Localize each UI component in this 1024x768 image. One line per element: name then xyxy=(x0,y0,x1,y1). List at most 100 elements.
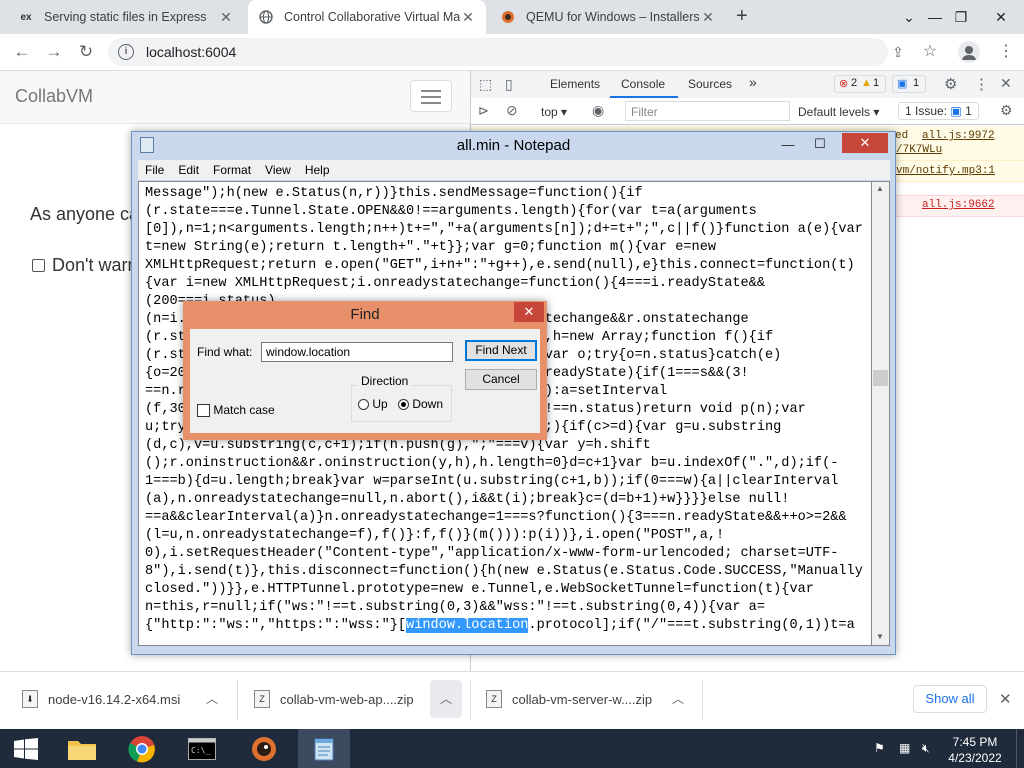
tab-close-icon[interactable]: ✕ xyxy=(460,9,476,26)
reload-icon[interactable]: ↻ xyxy=(74,42,98,62)
close-window-button[interactable]: ✕ xyxy=(978,0,1024,34)
chrome-icon xyxy=(128,735,155,762)
console-source-link[interactable]: all.js:9662 xyxy=(922,199,995,211)
sidebar-toggle-icon[interactable]: ⊳ xyxy=(478,103,489,119)
message-counter[interactable]: ▣ 1 xyxy=(892,75,926,93)
find-next-button[interactable]: Find Next xyxy=(465,340,537,361)
tray-network-icon[interactable]: ▦ xyxy=(899,741,910,755)
chevron-up-icon[interactable]: ︿ xyxy=(206,690,218,707)
match-case-box[interactable] xyxy=(197,404,210,418)
notepad-line: (l=u,n.onreadystatechange=f),f()}:f,f()}… xyxy=(145,528,725,543)
taskbar-clock[interactable]: 7:45 PM 4/23/2022 xyxy=(940,734,1010,766)
taskbar-chrome[interactable] xyxy=(116,729,168,768)
devtools-tab-console[interactable]: Console xyxy=(621,77,665,91)
tray-flag-icon[interactable]: ⚑ xyxy=(874,741,885,755)
issues-button[interactable]: 1 Issue: ▣ 1 xyxy=(898,102,979,120)
menu-format[interactable]: Format xyxy=(213,163,251,177)
console-settings-gear-icon[interactable]: ⚙ xyxy=(1000,102,1013,119)
hamburger-menu-button[interactable] xyxy=(410,80,452,112)
taskbar-command-prompt[interactable]: C:\_ xyxy=(176,729,228,768)
menu-file[interactable]: File xyxy=(145,163,164,177)
find-dialog-close-button[interactable]: ✕ xyxy=(514,302,544,322)
devtools-tab-sources[interactable]: Sources xyxy=(688,77,732,91)
taskbar-file-explorer[interactable] xyxy=(56,729,108,768)
checkbox-box[interactable] xyxy=(32,259,45,272)
inspect-element-icon[interactable]: ⬚ xyxy=(479,76,492,93)
direction-down-radio[interactable]: Down xyxy=(398,397,443,411)
bookmark-star-icon[interactable]: ☆ xyxy=(918,42,942,62)
radio-up[interactable] xyxy=(358,399,369,411)
console-filter-input[interactable]: Filter xyxy=(625,101,790,121)
download-filename: collab-vm-web-ap....zip xyxy=(280,691,414,707)
devtools-menu-icon[interactable]: ⋮ xyxy=(974,75,989,93)
find-dialog-titlebar[interactable]: Find xyxy=(183,301,547,329)
devtools-tab-elements[interactable]: Elements xyxy=(550,77,600,91)
context-selector[interactable]: top ▾ xyxy=(541,105,567,119)
chevron-up-icon[interactable]: ︿ xyxy=(672,690,684,707)
menu-kebab-icon[interactable]: ⋮ xyxy=(994,42,1018,62)
share-icon[interactable]: ⇪ xyxy=(886,42,910,62)
notepad-close-button[interactable]: ✕ xyxy=(842,133,888,153)
show-desktop-button[interactable] xyxy=(1016,729,1024,768)
scrollbar-thumb[interactable] xyxy=(873,370,888,386)
new-tab-button[interactable]: + xyxy=(736,5,748,28)
scroll-up-arrow-icon[interactable]: ▲ xyxy=(876,184,884,193)
console-source-link[interactable]: vm/notify.mp3:1 xyxy=(896,165,995,177)
notepad-line: {"http:":"ws:","https:":"wss:"}[window.l… xyxy=(145,617,871,635)
devtools-close-icon[interactable]: ✕ xyxy=(1000,75,1012,92)
device-toggle-icon[interactable]: ▯ xyxy=(505,76,513,93)
issues-label: 1 Issue: xyxy=(905,104,948,118)
settings-gear-icon[interactable]: ⚙ xyxy=(944,75,957,93)
tab-close-icon[interactable]: ✕ xyxy=(700,9,716,26)
radio-down[interactable] xyxy=(398,399,409,411)
cancel-button[interactable]: Cancel xyxy=(465,369,537,390)
scroll-down-arrow-icon[interactable]: ▼ xyxy=(876,632,884,641)
tab-express[interactable]: ex Serving static files in Express ✕ xyxy=(8,0,244,34)
log-levels-dropdown[interactable]: Default levels ▾ xyxy=(798,105,879,119)
tab-close-icon[interactable]: ✕ xyxy=(218,9,234,26)
console-source-link[interactable]: /7K7WLu xyxy=(896,144,942,156)
download-item[interactable]: Z collab-vm-server-w....zip xyxy=(486,690,652,708)
taskbar-qemu[interactable] xyxy=(238,729,290,768)
console-source-link[interactable]: all.js:9972 xyxy=(922,130,995,142)
menu-edit[interactable]: Edit xyxy=(178,163,199,177)
download-item[interactable]: ⬇ node-v16.14.2-x64.msi xyxy=(22,690,180,708)
up-label: Up xyxy=(372,397,388,411)
match-case-label: Match case xyxy=(213,403,275,417)
taskbar-notepad[interactable] xyxy=(298,729,350,768)
tray-volume-muted-icon[interactable]: 🔇︎ xyxy=(922,741,930,756)
error-warning-counter[interactable]: ⊗ 2 ▲ 1 xyxy=(834,75,886,93)
dont-warn-label: Don't warn xyxy=(52,255,138,275)
download-item[interactable]: Z collab-vm-web-ap....zip xyxy=(254,690,414,708)
find-what-input[interactable] xyxy=(261,342,453,362)
menu-help[interactable]: Help xyxy=(305,163,330,177)
notepad-maximize-button[interactable]: ☐ xyxy=(808,136,832,152)
notepad-line: 8"),i.send(t)},this.disconnect=function(… xyxy=(145,564,863,579)
eye-icon[interactable]: ◉ xyxy=(592,102,604,119)
notepad-vertical-scrollbar[interactable]: ▲ ▼ xyxy=(872,181,890,646)
menu-view[interactable]: View xyxy=(265,163,291,177)
profile-avatar[interactable] xyxy=(958,41,980,63)
notepad-minimize-button[interactable]: — xyxy=(776,137,800,153)
clear-console-icon[interactable]: ⊘ xyxy=(506,102,518,119)
site-brand[interactable]: CollabVM xyxy=(15,86,93,107)
address-bar[interactable]: i localhost:6004 xyxy=(108,38,888,66)
issue-icon: ▣ xyxy=(950,104,962,118)
dont-warn-checkbox[interactable]: Don't warn xyxy=(32,255,137,276)
start-button[interactable] xyxy=(0,729,52,768)
download-options-button[interactable]: ︿ xyxy=(430,680,462,718)
match-case-checkbox[interactable]: Match case xyxy=(197,403,275,418)
close-downloads-icon[interactable]: ✕ xyxy=(999,690,1012,708)
divider xyxy=(702,680,703,720)
tab-qemu[interactable]: QEMU for Windows – Installers ( ✕ xyxy=(490,0,726,34)
more-tabs-icon[interactable]: » xyxy=(749,74,757,90)
notepad-line: Message");h(new e.Status(n,r))}this.send… xyxy=(145,186,643,201)
show-all-button[interactable]: Show all xyxy=(913,685,987,713)
tab-collabvm[interactable]: Control Collaborative Virtual Ma ✕ xyxy=(248,0,486,34)
info-icon[interactable]: i xyxy=(118,44,134,60)
notepad-menubar: File Edit Format View Help xyxy=(138,160,890,180)
forward-arrow-icon[interactable]: → xyxy=(42,42,66,62)
chevron-down-icon: ▾ xyxy=(873,105,880,119)
back-arrow-icon[interactable]: ← xyxy=(10,42,34,62)
direction-up-radio[interactable]: Up xyxy=(358,397,388,411)
